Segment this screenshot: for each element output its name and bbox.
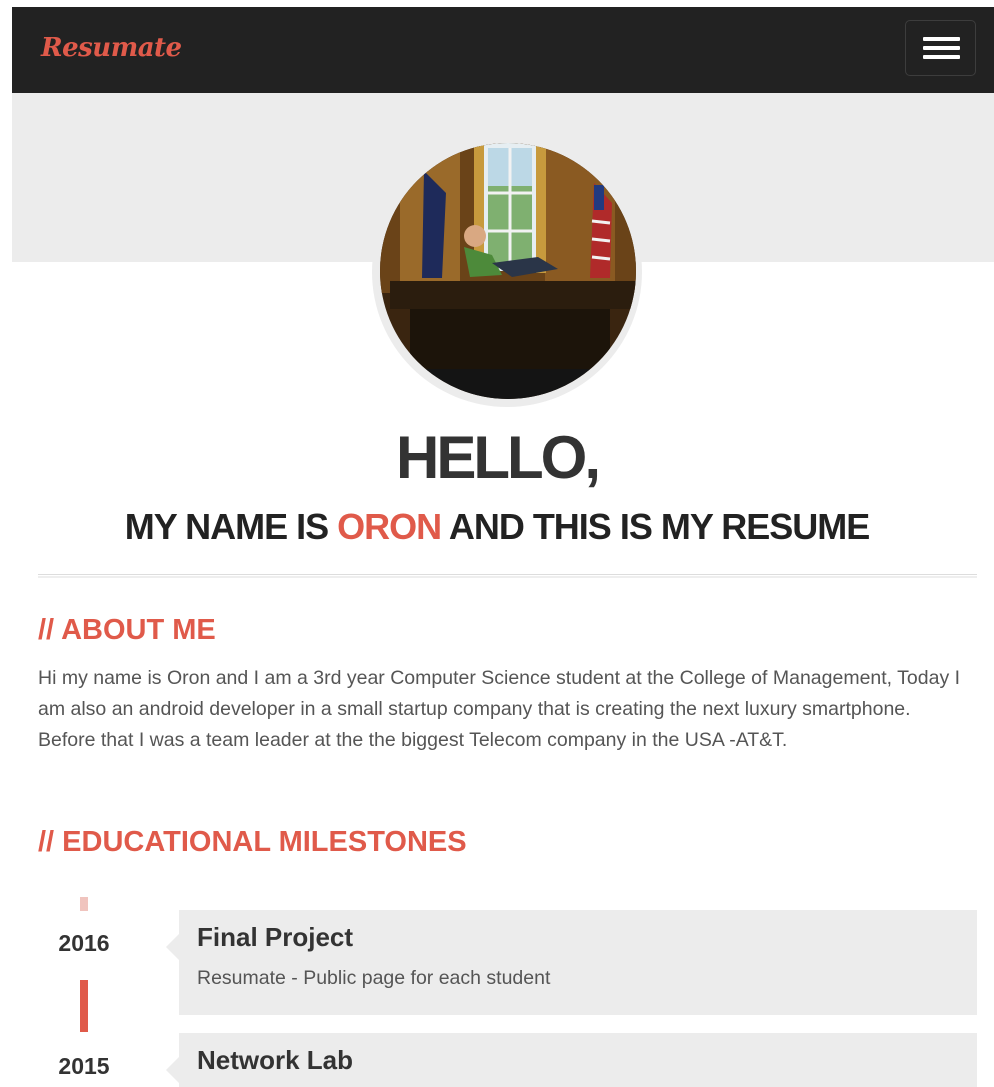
navbar: Resumate bbox=[12, 7, 994, 93]
menu-toggle-button[interactable] bbox=[905, 20, 976, 76]
resume-subtitle: MY NAME IS ORON AND THIS IS MY RESUME bbox=[0, 505, 994, 549]
about-text: Hi my name is Oron and I am a 3rd year C… bbox=[38, 667, 961, 751]
milestone-year: 2015 bbox=[58, 1053, 110, 1079]
greeting-heading: HELLO, bbox=[396, 424, 601, 491]
education-heading: // EDUCATIONAL MILESTONES bbox=[38, 826, 467, 858]
timeline-line bbox=[80, 980, 88, 1032]
timeline-line-top bbox=[80, 897, 88, 911]
subtitle-prefix: MY NAME IS bbox=[124, 506, 338, 547]
milestone-card: Network Lab bbox=[166, 1033, 977, 1087]
subtitle-suffix: AND THIS IS MY RESUME bbox=[441, 506, 870, 547]
brand-logo[interactable]: Resumate bbox=[41, 33, 182, 63]
milestone-title: Network Lab bbox=[197, 1045, 354, 1075]
person-name: ORON bbox=[337, 506, 442, 547]
milestone-title: Final Project bbox=[197, 922, 354, 952]
milestone-card: Final Project Resumate - Public page for… bbox=[166, 910, 977, 1015]
milestone-year: 2016 bbox=[58, 930, 110, 956]
about-heading: // ABOUT ME bbox=[38, 614, 216, 646]
section-divider bbox=[38, 574, 977, 578]
avatar bbox=[380, 143, 636, 399]
milestone-description: Resumate - Public page for each student bbox=[197, 967, 551, 989]
